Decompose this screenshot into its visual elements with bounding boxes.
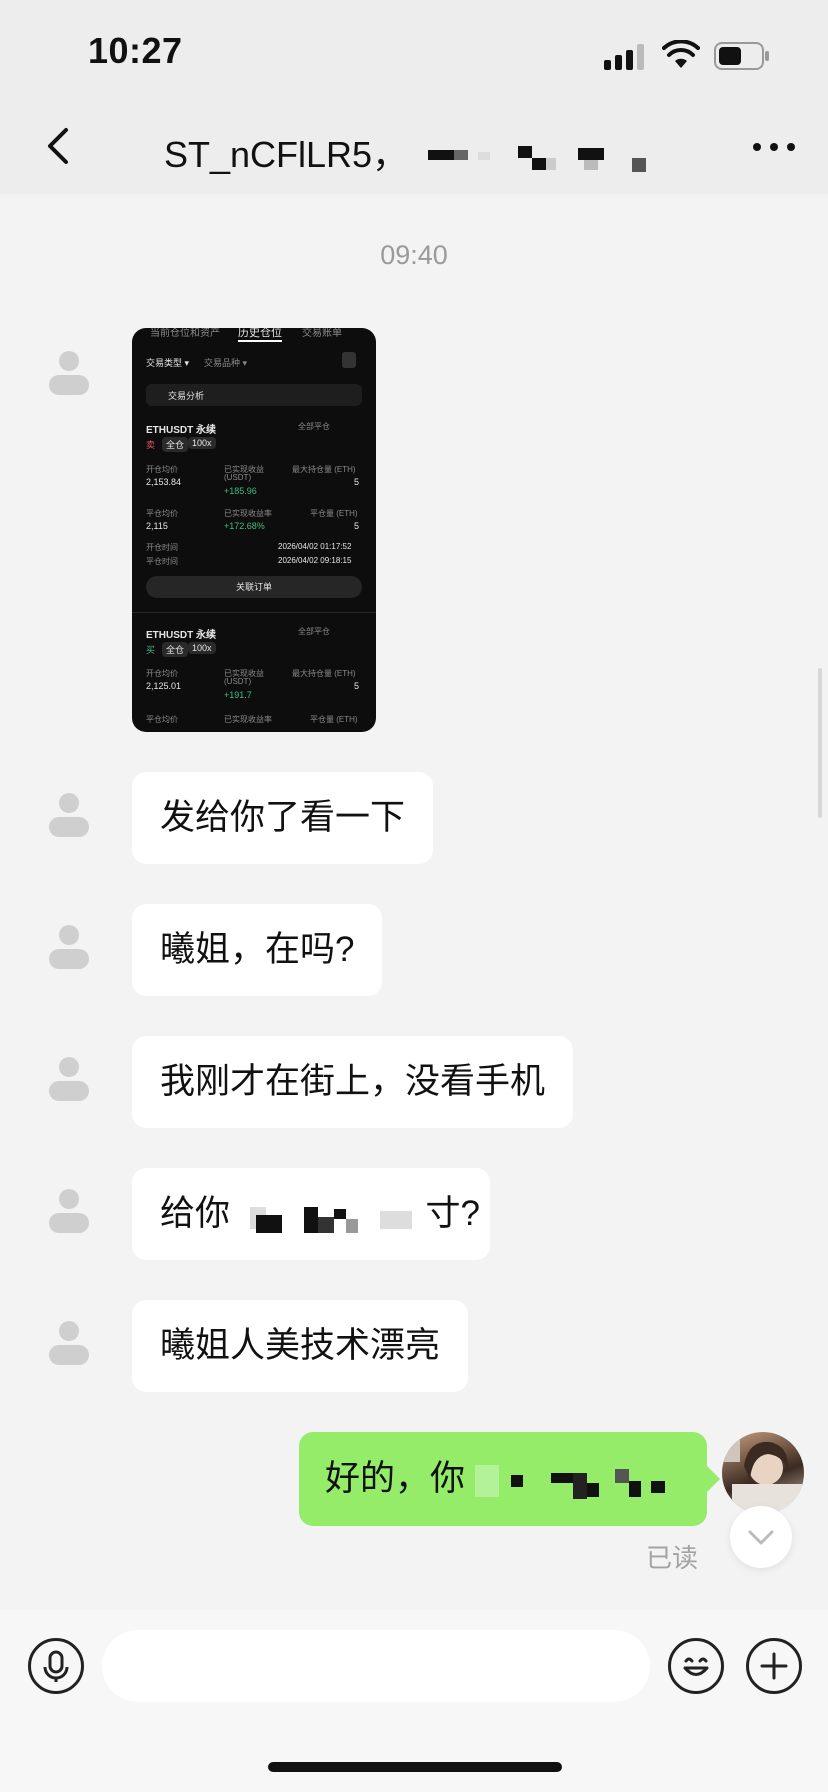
outgoing-message-text: 好的，你 (325, 1459, 466, 1498)
voice-button[interactable] (28, 1638, 84, 1694)
position-symbol: ETHUSDT 永续 (146, 630, 216, 641)
chevron-down-icon (748, 1530, 774, 1545)
chat-title-text: ST_nCFlLR5， (164, 134, 409, 175)
battery-icon (714, 42, 769, 70)
close-all-label: 全部平仓 (298, 627, 330, 636)
margin-badge: 全仓 (162, 437, 189, 452)
close-qty-value: 5 (354, 521, 360, 531)
leverage-badge: 100x (188, 642, 216, 654)
side-badge: 买 (146, 645, 156, 655)
max-hold-label: 最大持仓量 (ETH) (292, 465, 356, 474)
status-time: 10:27 (88, 30, 183, 71)
incoming-message-text: 给你 (160, 1194, 231, 1233)
open-avg-label: 开仓均价 (146, 669, 178, 678)
leverage-badge: 100x (188, 437, 216, 449)
home-indicator[interactable] (268, 1762, 562, 1772)
redacted-mosaic (474, 1464, 665, 1499)
microphone-icon (43, 1650, 69, 1682)
emoji-button[interactable] (668, 1638, 724, 1694)
cellular-signal-icon (604, 44, 644, 70)
open-avg-value: 2,125.01 (146, 681, 182, 691)
chat-area[interactable] (0, 194, 828, 1610)
redacted-mosaic (428, 146, 647, 173)
incoming-message[interactable]: 发给你了看一下 (132, 772, 434, 864)
contact-avatar-placeholder-icon[interactable] (48, 350, 90, 396)
close-all-label: 全部平仓 (298, 422, 330, 431)
contact-avatar-placeholder-icon[interactable] (48, 792, 90, 838)
margin-badge: 全仓 (162, 642, 189, 657)
max-hold-value: 5 (354, 477, 360, 487)
tab-current-positions: 当前仓位和资产 (150, 328, 220, 339)
close-avg-label: 平仓均价 (146, 715, 178, 724)
contact-avatar-placeholder-icon[interactable] (48, 1320, 90, 1366)
read-status: 已读 (646, 1543, 699, 1573)
tab-trade-bill: 交易账单 (302, 328, 342, 339)
incoming-message[interactable]: 曦姐人美技术漂亮 (132, 1300, 469, 1392)
close-qty-label: 平仓量 (ETH) (310, 509, 358, 518)
back-icon[interactable] (44, 126, 70, 166)
incoming-message[interactable]: 给你 寸? (132, 1168, 490, 1260)
divider (132, 612, 376, 613)
contact-avatar-placeholder-icon[interactable] (48, 1188, 90, 1234)
open-avg-value: 2,153.84 (146, 477, 182, 487)
close-time-value: 2026/04/02 09:18:15 (278, 556, 352, 565)
tab-history-positions: 历史仓位 (238, 328, 282, 342)
close-avg-value: 2,115 (146, 521, 168, 531)
sort-icon (342, 352, 356, 368)
related-orders-button: 关联订单 (146, 576, 362, 598)
emoji-icon (683, 1657, 709, 1676)
scrollbar[interactable] (818, 668, 822, 818)
plus-icon (760, 1652, 788, 1680)
my-avatar[interactable] (722, 1432, 804, 1514)
realized-unit: (USDT) (224, 677, 252, 686)
close-qty-label: 平仓量 (ETH) (310, 715, 358, 724)
contact-avatar-placeholder-icon[interactable] (48, 924, 90, 970)
chat-title: ST_nCFlLR5， (164, 126, 662, 178)
more-functions-button[interactable] (746, 1638, 802, 1694)
close-avg-label: 平仓均价 (146, 509, 178, 518)
outgoing-bubble-tail (707, 1466, 720, 1492)
analysis-label: 交易分析 (168, 391, 205, 401)
side-badge: 卖 (146, 440, 156, 450)
rate-value: +172.68% (224, 521, 265, 531)
scroll-to-bottom-button[interactable] (730, 1506, 792, 1568)
max-hold-label: 最大持仓量 (ETH) (292, 669, 356, 678)
message-input[interactable] (102, 1630, 650, 1702)
avatar-portrait-icon (722, 1432, 802, 1514)
position-symbol: ETHUSDT 永续 (146, 425, 216, 436)
incoming-message[interactable]: 曦姐，在吗? (132, 904, 383, 996)
max-hold-value: 5 (354, 681, 360, 691)
realized-unit: (USDT) (224, 473, 252, 482)
incoming-message[interactable]: 我刚才在街上，没看手机 (132, 1036, 574, 1128)
outgoing-message[interactable]: 好的，你 (299, 1432, 707, 1526)
open-avg-label: 开仓均价 (146, 465, 178, 474)
realized-value: +185.96 (224, 486, 257, 496)
open-time-label: 开仓时间 (146, 543, 178, 552)
rate-label: 已实现收益率 (224, 715, 272, 724)
realized-value: +191.7 (224, 690, 252, 700)
wifi-icon (662, 40, 700, 68)
filter-trade-type: 交易类型 ▾ (146, 358, 190, 368)
redacted-mosaic (249, 1206, 412, 1233)
image-message[interactable]: 当前仓位和资产 历史仓位 交易账单 交易类型 ▾ 交易品种 ▾ 交易分析 ETH… (132, 328, 376, 732)
close-time-label: 平仓时间 (146, 557, 178, 566)
rate-label: 已实现收益率 (224, 509, 272, 518)
filter-asset: 交易品种 ▾ (204, 358, 248, 368)
message-timestamp: 09:40 (380, 240, 448, 270)
contact-avatar-placeholder-icon[interactable] (48, 1056, 90, 1102)
incoming-message-text: 寸? (425, 1194, 480, 1233)
open-time-value: 2026/04/02 01:17:52 (278, 542, 352, 551)
more-options-icon[interactable] (752, 142, 796, 152)
